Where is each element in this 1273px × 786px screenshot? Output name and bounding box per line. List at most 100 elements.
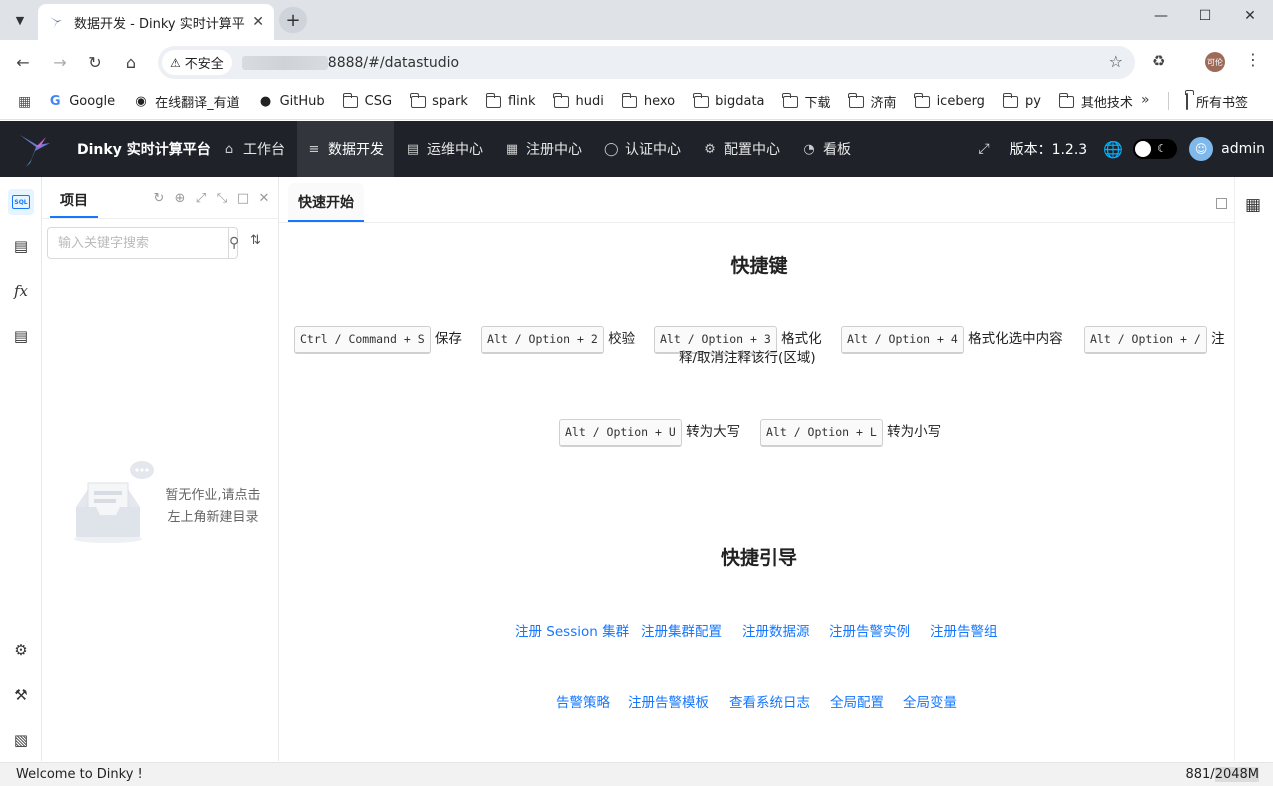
bookmark-folder[interactable]: iceberg xyxy=(914,92,985,109)
window-close-icon[interactable]: ✕ xyxy=(1240,8,1260,24)
bookmark-folder[interactable]: flink xyxy=(485,92,536,109)
menu-data-studio[interactable]: ≡ 数据开发 xyxy=(297,121,394,177)
username[interactable]: admin xyxy=(1221,141,1265,157)
bookmark-folder[interactable]: hudi xyxy=(553,92,604,109)
sort-icon[interactable]: ⇅ xyxy=(250,233,261,248)
link-register-alert-instance[interactable]: 注册告警实例 xyxy=(829,620,910,640)
bookmark-folder[interactable]: CSG xyxy=(342,92,392,109)
maximize-icon[interactable]: □ xyxy=(236,191,250,206)
menu-auth[interactable]: ◯ 认证中心 xyxy=(594,121,691,177)
address-bar[interactable]: ⚠ 不安全 8888/#/datastudio ☆ xyxy=(158,46,1135,79)
link-register-alert-group[interactable]: 注册告警组 xyxy=(930,620,998,640)
welcome-message: Welcome to Dinky ! xyxy=(16,767,143,782)
folder-icon xyxy=(1058,92,1075,109)
rail-resource-button[interactable]: ▤ xyxy=(8,323,34,349)
bookmark-label: hexo xyxy=(643,94,676,109)
top-menu: ⌂ 工作台 ≡ 数据开发 ▤ 运维中心 ▦ 注册中心 ◯ 认证中心 ⚙ 配置中心 ◔ 看板 xyxy=(212,121,863,177)
tab-quick-start[interactable]: 快速开始 xyxy=(288,183,364,222)
all-bookmarks-button[interactable]: 所有书签 xyxy=(1186,92,1248,111)
folder-icon xyxy=(1002,92,1019,109)
bookmark-google[interactable]: G Google xyxy=(47,94,115,109)
bookmark-folder[interactable]: spark xyxy=(409,92,468,109)
shortcut-keys: Ctrl / Command + S xyxy=(294,326,431,354)
link-register-session-cluster[interactable]: 注册 Session 集群 xyxy=(515,620,629,640)
expand-icon[interactable]: ⤢ xyxy=(194,191,208,206)
collapse-icon[interactable]: ⤡ xyxy=(215,191,229,206)
project-tab[interactable]: 项目 xyxy=(50,183,98,218)
link-register-datasource[interactable]: 注册数据源 xyxy=(742,620,810,640)
link-register-alert-template[interactable]: 注册告警模板 xyxy=(628,691,709,711)
profile-avatar[interactable]: 可伦 xyxy=(1205,52,1225,72)
shortcut-keys: Alt / Option + U xyxy=(559,419,682,447)
search-input[interactable] xyxy=(48,228,228,258)
bookmark-label: hudi xyxy=(575,94,604,109)
folder-icon xyxy=(409,92,426,109)
rail-settings-button[interactable]: ⚙ xyxy=(8,637,34,663)
project-panel: 项目 ↻ ⊕ ⤢ ⤡ □ ✕ ⚲ ⇅ 暂无作业,请点击左上角新建目录 xyxy=(42,177,279,761)
browser-tab[interactable]: 数据开发 - Dinky 实时计算平台 ✕ xyxy=(38,4,274,40)
menu-label: 数据开发 xyxy=(328,142,384,158)
bookmark-folder[interactable]: 其他技术 xyxy=(1058,92,1133,111)
user-avatar[interactable]: ☺ xyxy=(1189,137,1214,161)
link-system-log[interactable]: 查看系统日志 xyxy=(729,691,810,711)
add-circle-icon[interactable]: ⊕ xyxy=(173,191,187,206)
maximize-icon[interactable]: ☐ xyxy=(1195,8,1215,24)
minimize-icon[interactable]: — xyxy=(1151,8,1171,24)
menu-registration[interactable]: ▦ 注册中心 xyxy=(495,121,592,177)
menu-dashboard[interactable]: ◔ 看板 xyxy=(792,121,861,177)
menu-label: 认证中心 xyxy=(625,142,681,158)
browser-menu-icon[interactable]: ⋮ xyxy=(1245,50,1261,69)
rail-function-button[interactable]: fx xyxy=(8,278,34,304)
rail-tools-button[interactable]: ⚒ xyxy=(8,682,34,708)
close-icon[interactable]: ✕ xyxy=(257,191,271,206)
shortcuts-title: 快捷键 xyxy=(730,255,788,277)
menu-settings[interactable]: ⚙ 配置中心 xyxy=(693,121,790,177)
bookmark-folder[interactable]: hexo xyxy=(621,92,676,109)
bookmark-star-icon[interactable]: ☆ xyxy=(1109,52,1123,71)
sql-icon: SQL xyxy=(12,195,30,209)
link-alert-strategy[interactable]: 告警策略 xyxy=(556,691,610,711)
language-icon[interactable]: 🌐 xyxy=(1103,140,1123,159)
guide-title: 快捷引导 xyxy=(720,547,797,569)
tab-close-icon[interactable]: ✕ xyxy=(252,14,264,30)
bookmark-folder[interactable]: 济南 xyxy=(848,92,897,111)
search-icon[interactable]: ⚲ xyxy=(228,228,239,258)
document-icon: ▤ xyxy=(13,327,29,345)
more-bookmarks-icon[interactable]: » xyxy=(1141,92,1150,108)
new-tab-button[interactable]: + xyxy=(279,7,307,33)
folder-icon xyxy=(914,92,931,109)
shortcut-validate: Alt / Option + 2 校验 xyxy=(481,326,635,354)
bookmark-youdao[interactable]: ◉ 在线翻译_有道 xyxy=(133,92,240,111)
shortcut-keys: Alt / Option + 4 xyxy=(841,326,964,354)
forward-icon[interactable]: → xyxy=(49,51,71,73)
apps-grid-icon[interactable]: ▦ xyxy=(18,94,31,110)
fullscreen-icon[interactable]: ⤢ xyxy=(978,141,989,157)
insecure-label: 不安全 xyxy=(184,57,224,72)
home-icon[interactable]: ⌂ xyxy=(120,51,142,73)
theme-toggle[interactable]: ☾ xyxy=(1133,139,1178,159)
shortcut-desc: 保存 xyxy=(434,331,462,347)
tab-search-icon[interactable]: ▼ xyxy=(8,8,32,32)
security-chip[interactable]: ⚠ 不安全 xyxy=(162,50,232,75)
browser-tab-title: 数据开发 - Dinky 实时计算平台 xyxy=(74,16,247,32)
bookmark-github[interactable]: ● GitHub xyxy=(258,94,325,109)
rail-console-button[interactable]: ▧ xyxy=(8,727,34,753)
maximize-editor-icon[interactable] xyxy=(1216,198,1227,209)
rail-project-button[interactable]: SQL xyxy=(8,189,34,215)
rail-catalog-button[interactable]: ▤ xyxy=(8,233,34,259)
bookmark-folder[interactable]: py xyxy=(1002,92,1041,109)
back-icon[interactable]: ← xyxy=(12,51,34,73)
bookmark-folder[interactable]: bigdata xyxy=(693,92,765,109)
link-register-cluster-config[interactable]: 注册集群配置 xyxy=(641,620,722,640)
link-global-config[interactable]: 全局配置 xyxy=(830,691,884,711)
reload-icon[interactable]: ↻ xyxy=(84,51,106,73)
menu-workbench[interactable]: ⌂ 工作台 xyxy=(212,121,295,177)
link-global-variables[interactable]: 全局变量 xyxy=(903,691,957,711)
folder-icon xyxy=(1186,93,1188,110)
refresh-icon[interactable]: ↻ xyxy=(152,191,166,206)
extensions-icon[interactable]: ♻ xyxy=(1152,52,1165,70)
menu-devops[interactable]: ▤ 运维中心 xyxy=(396,121,493,177)
bookmark-folder[interactable]: 下载 xyxy=(782,92,831,111)
bookmark-label: 在线翻译_有道 xyxy=(155,96,240,111)
table-grid-icon[interactable]: ▦ xyxy=(1245,195,1261,215)
